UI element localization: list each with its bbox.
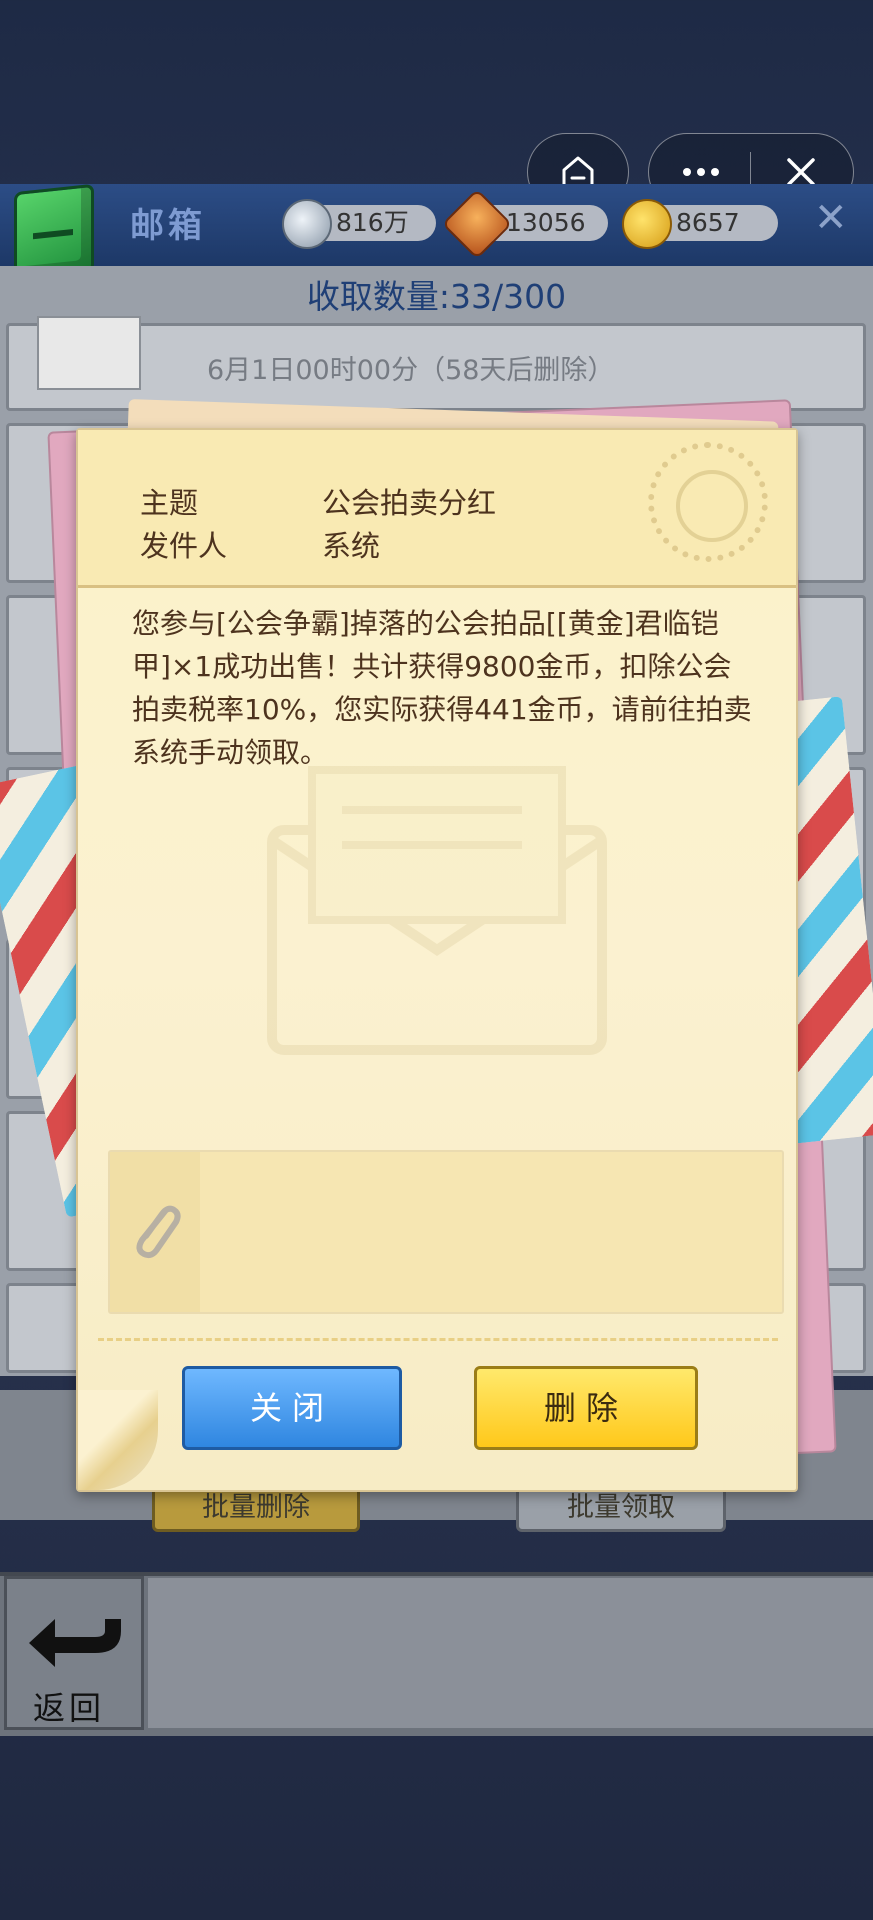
- gold-coin-icon: [622, 199, 672, 249]
- letter-header: 主题 公会拍卖分红 发件人 系统: [78, 430, 796, 588]
- back-label: 返回: [33, 1689, 106, 1727]
- letter-dialog: 主题 公会拍卖分红 发件人 系统 您参与[公会争霸]掉落的公会拍品[[黄金]君临…: [76, 428, 798, 1492]
- footer-panel: [148, 1578, 873, 1728]
- gold-value: 8657: [676, 208, 740, 237]
- subject-value: 公会拍卖分红: [322, 486, 497, 520]
- sender-label: 发件人: [140, 529, 228, 563]
- back-arrow-icon: [29, 1619, 121, 1667]
- sender-value: 系统: [322, 529, 381, 563]
- attachment-area: [108, 1150, 784, 1314]
- page-title: 邮箱: [130, 206, 206, 246]
- back-button[interactable]: 返回: [4, 1576, 144, 1730]
- mail-date: 6月1日00时00分（58天后删除）: [207, 355, 615, 386]
- close-mailbox-icon[interactable]: ✕: [814, 195, 848, 241]
- subject-label: 主题: [140, 486, 199, 520]
- envelope-icon: [37, 316, 141, 390]
- delete-button[interactable]: 删除: [474, 1366, 698, 1450]
- page-curl-decor: [78, 1390, 158, 1490]
- close-button[interactable]: 关闭: [182, 1366, 402, 1450]
- divider: [98, 1338, 778, 1341]
- list-item[interactable]: 6月1日00时00分（58天后删除）: [6, 316, 866, 411]
- gem-value: 13056: [506, 208, 586, 237]
- silver-resource: 816万: [282, 199, 436, 249]
- attachment-slot: [110, 1152, 200, 1312]
- postmark-stamp-icon: [648, 442, 768, 562]
- letter-body: 您参与[公会争霸]掉落的公会拍品[[黄金]君临铠甲]×1成功出售！共计获得980…: [132, 607, 752, 769]
- paperclip-icon: [136, 1205, 181, 1259]
- mail-count: 收取数量:33/300: [306, 277, 567, 316]
- silver-value: 816万: [336, 208, 409, 237]
- silver-coin-icon: [282, 199, 332, 249]
- gem-resource: 13056: [441, 188, 608, 260]
- gold-resource: 8657: [622, 199, 778, 249]
- envelope-watermark-icon: [267, 766, 607, 1055]
